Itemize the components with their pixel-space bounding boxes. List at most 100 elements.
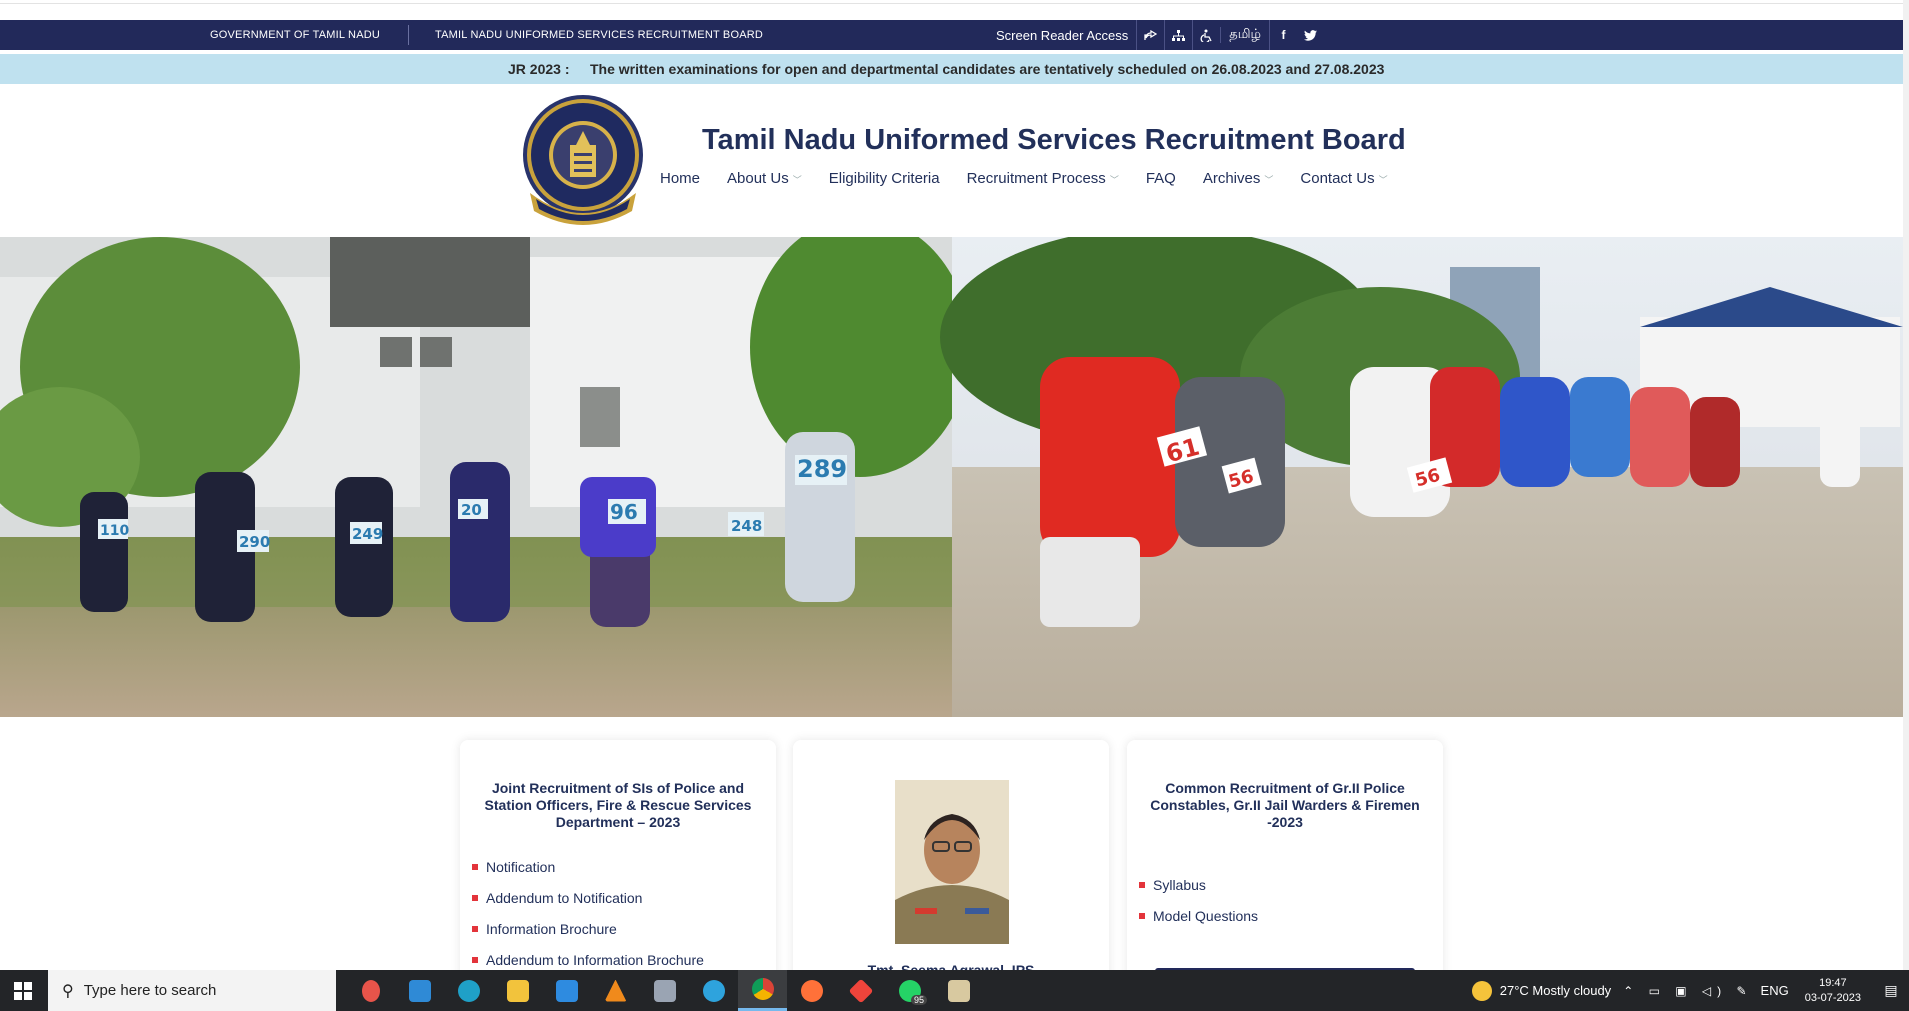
page-scrollbar[interactable] [1903, 0, 1909, 970]
list-item[interactable]: Syllabus [1139, 877, 1443, 893]
site-title[interactable]: Tamil Nadu Uniformed Services Recruitmen… [702, 124, 1406, 157]
list-item[interactable]: Information Brochure [472, 921, 776, 937]
taskbar-app-vlc[interactable] [591, 970, 640, 1011]
tray-icons[interactable]: ⌃ ▭ ▣ ◁) ✎ [1623, 984, 1752, 998]
taskbar-app-anydesk[interactable] [836, 970, 885, 1011]
bullet-icon [1139, 882, 1145, 888]
weather-icon [1471, 980, 1492, 1001]
nav-home[interactable]: Home [660, 170, 700, 187]
vlc-icon [604, 979, 627, 1002]
twitter-icon[interactable] [1297, 20, 1325, 50]
list-item[interactable]: Addendum to Information Brochure [472, 952, 776, 968]
sitemap-icon[interactable] [1164, 20, 1192, 50]
taskbar-app-explorer[interactable] [493, 970, 542, 1011]
card-chairperson: Tmt. Seema Agrawal, IPS [793, 740, 1109, 1000]
system-tray: 27°C Mostly cloudy ⌃ ▭ ▣ ◁) ✎ ENG 19:47 … [1471, 970, 1909, 1011]
nav-about-us[interactable]: About Us ﹀ [727, 170, 802, 187]
notification-center-icon[interactable]: ▤ [1873, 970, 1909, 1011]
windows-logo-icon [14, 981, 32, 1000]
chevron-down-icon: ﹀ [1109, 175, 1119, 185]
hero-banner: 110 290 249 20 96 248 289 61 56 56 [0, 237, 1903, 717]
taskbar-app-chrome[interactable] [738, 970, 787, 1011]
notification-badge: 95 [910, 995, 927, 1005]
cards-section: Joint Recruitment of SIs of Police and S… [0, 740, 1903, 1000]
card-constable-recruitment: Common Recruitment of Gr.II Police Const… [1127, 740, 1443, 1000]
weather-widget[interactable]: 27°C Mostly cloudy [1471, 980, 1611, 1001]
mail-icon [555, 979, 578, 1002]
share-icon[interactable] [1136, 20, 1164, 50]
list-item[interactable]: Notification [472, 859, 776, 875]
accessibility-links: Screen Reader Access தமிழ் f [996, 20, 1325, 50]
taskbar-app-telegram[interactable] [689, 970, 738, 1011]
bullet-icon [472, 895, 478, 901]
chevron-down-icon: ﹀ [1264, 175, 1274, 185]
chairperson-photo [895, 780, 1009, 944]
gov-top-bar: GOVERNMENT OF TAMIL NADU TAMIL NADU UNIF… [0, 20, 1903, 50]
chevron-down-icon: ﹀ [1378, 175, 1388, 185]
tnusrb-link[interactable]: TAMIL NADU UNIFORMED SERVICES RECRUITMEN… [435, 29, 763, 41]
nav-recruitment-process[interactable]: Recruitment Process ﹀ [967, 170, 1119, 187]
edge-icon [457, 979, 480, 1002]
taskbar-app-image[interactable] [640, 970, 689, 1011]
screen-reader-link[interactable]: Screen Reader Access [996, 28, 1128, 43]
main-nav: Home About Us ﹀ Eligibility Criteria Recr… [660, 170, 1415, 187]
card-title: Joint Recruitment of SIs of Police and S… [484, 780, 752, 830]
bullet-icon [472, 926, 478, 932]
firefox-icon [800, 979, 823, 1002]
bullet-icon [1139, 913, 1145, 919]
bib-number: 20 [461, 501, 482, 519]
taskbar-search-box[interactable]: ⚲ Type here to search [48, 970, 336, 1011]
bib-number: 96 [610, 500, 638, 524]
list-item[interactable]: Model Questions [1139, 908, 1443, 924]
image-icon [653, 979, 676, 1002]
bib-number: 290 [239, 533, 270, 551]
taskbar-app-firefox[interactable] [787, 970, 836, 1011]
taskbar-app-edge[interactable] [444, 970, 493, 1011]
bib-number: 289 [797, 455, 847, 483]
ticker-label: JR 2023 : [508, 61, 570, 77]
tamil-language-link[interactable]: தமிழ் [1220, 27, 1269, 43]
taskbar-app-store[interactable] [395, 970, 444, 1011]
gov-links: GOVERNMENT OF TAMIL NADU TAMIL NADU UNIF… [210, 20, 763, 50]
ticker-message[interactable]: The written examinations for open and de… [590, 61, 1384, 77]
browser-top-edge [0, 0, 1905, 4]
list-item[interactable]: Addendum to Notification [472, 890, 776, 906]
taskbar-apps: 95 [346, 970, 983, 1011]
gov-tn-link[interactable]: GOVERNMENT OF TAMIL NADU [210, 29, 380, 41]
tnusrb-logo[interactable] [520, 93, 646, 227]
card-title: Common Recruitment of Gr.II Police Const… [1150, 780, 1420, 830]
windows-start-button[interactable] [0, 970, 46, 1011]
store-icon [408, 979, 431, 1002]
taskbar-app-whatsapp[interactable]: 95 [885, 970, 934, 1011]
taskbar-app-mail[interactable] [542, 970, 591, 1011]
facebook-icon[interactable]: f [1268, 20, 1297, 50]
chevron-down-icon: ﹀ [792, 175, 802, 185]
nav-faq[interactable]: FAQ [1146, 170, 1176, 187]
nav-archives[interactable]: Archives ﹀ [1203, 170, 1274, 187]
accessibility-icon[interactable] [1192, 20, 1220, 50]
folder-icon [506, 979, 529, 1002]
link-list: Notification Addendum to Notification In… [460, 859, 776, 968]
nav-eligibility-criteria[interactable]: Eligibility Criteria [829, 170, 940, 187]
bib-number: 110 [100, 523, 129, 539]
window-thumb-icon [947, 979, 970, 1002]
taskbar-app-window[interactable] [934, 970, 983, 1011]
hero-photo-women-running: 110 290 249 20 96 248 289 [0, 237, 970, 717]
hero-photo-men-running: 61 56 56 [940, 237, 1903, 717]
bib-number: 248 [731, 517, 762, 535]
anydesk-icon [848, 978, 873, 1003]
site-header: Tamil Nadu Uniformed Services Recruitmen… [0, 84, 1903, 237]
snip-icon [361, 979, 380, 1002]
news-ticker: JR 2023 : The written examinations for o… [0, 54, 1903, 84]
card-si-recruitment: Joint Recruitment of SIs of Police and S… [460, 740, 776, 1000]
input-language[interactable]: ENG [1761, 983, 1789, 998]
telegram-icon [702, 979, 725, 1002]
search-placeholder: Type here to search [83, 982, 217, 999]
clock[interactable]: 19:47 03-07-2023 [1805, 976, 1861, 1006]
bullet-icon [472, 864, 478, 870]
chrome-icon [751, 978, 774, 1000]
nav-contact-us[interactable]: Contact Us ﹀ [1300, 170, 1387, 187]
taskbar-app-snip[interactable] [346, 970, 395, 1011]
link-list: Syllabus Model Questions [1127, 877, 1443, 924]
search-icon: ⚲ [62, 982, 74, 1000]
